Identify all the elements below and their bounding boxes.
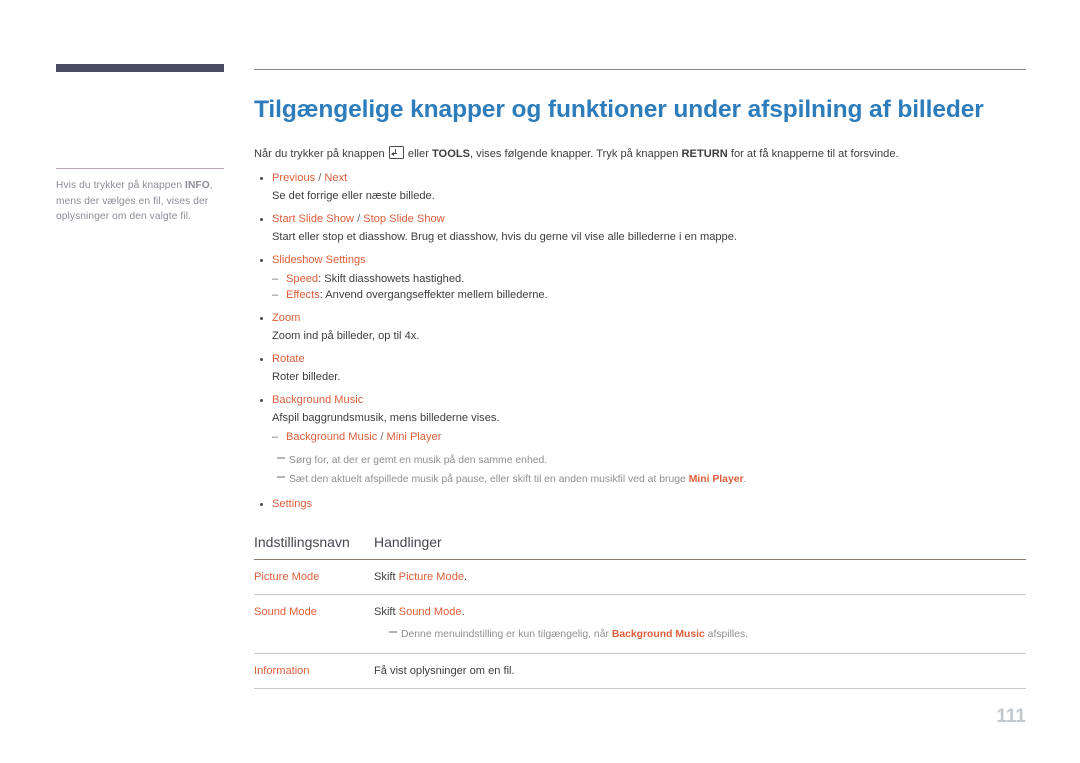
sub-list: Speed: Skift diasshowets hastighed. Effe… [272,271,1026,303]
sub-item-key-2: Mini Player [386,431,442,444]
list-item: Settings [254,497,1026,512]
action-text-post: . [464,571,468,584]
bullet-title: Previous / Next [272,171,1026,186]
action-text-post: . [461,606,465,619]
bullet-term-b: Next [324,172,348,185]
note-bold-term: Mini Player [688,474,744,486]
action-text-pre: Få vist oplysninger om en fil. [374,665,515,678]
list-item: Background Music Afspil baggrundsmusik, … [254,393,1026,489]
notes-block: Sørg for, at der er gemt en musik på den… [276,451,1026,489]
sidebar-note-text: Hvis du trykker på knappen INFO, mens de… [56,180,213,223]
bullet-title: Rotate [272,352,1026,367]
table-cell-name: Information [254,665,310,678]
table-cell-name: Sound Mode [254,606,317,619]
list-item: Slideshow Settings Speed: Skift diasshow… [254,253,1026,303]
list-item: Zoom Zoom ind på billeder, op til 4x. [254,311,1026,344]
sub-list-item: Background Music / Mini Player [272,429,1026,445]
bullet-title: Slideshow Settings [272,253,1026,268]
list-item: Start Slide Show / Stop Slide Show Start… [254,212,1026,245]
intro-paragraph: Når du trykker på knappen eller TOOLS, v… [254,146,1026,162]
sub-item-text: : Anvend overgangseffekter mellem billed… [319,289,548,302]
note-text-post: afspilles. [704,629,749,641]
note-text: Sørg for, at der er gemt en musik på den… [289,455,548,467]
intro-tools-label: TOOLS [431,148,470,161]
list-item: Rotate Roter billeder. [254,352,1026,385]
bullet-title: Background Music [272,393,1026,408]
bullet-term-a: Slideshow Settings [272,254,366,267]
intro-return-label: RETURN [681,148,728,161]
table-note: Denne menuindstilling er kun tilgængelig… [388,625,1026,644]
intro-text-2: eller [407,148,429,161]
bullet-term-b: Stop Slide Show [363,213,445,226]
function-bullet-list: Previous / Next Se det forrige eller næs… [254,171,1026,512]
table-cell-action: Skift Picture Mode. [374,560,1026,595]
page-title: Tilgængelige knapper og funktioner under… [254,96,984,123]
sub-item-text: : Skift diasshowets hastighed. [318,273,465,286]
note-text-post: . [743,474,747,486]
sidebar: Hvis du trykker på knappen INFO, mens de… [56,64,226,225]
table-row: Picture Mode Skift Picture Mode. [254,559,1026,595]
table-column-header-name: Indstillingsnavn [254,534,350,551]
bullet-term-a: Background Music [272,394,364,407]
note-bold-term: Background Music [611,629,705,641]
settings-table: Picture Mode Skift Picture Mode. Sound M… [254,559,1026,689]
page-number: 111 [996,706,1026,727]
settings-table-header: Indstillingsnavn Handlinger [254,534,1026,559]
bullet-description: Roter billeder. [272,371,341,384]
sub-item-separator: / [377,431,387,444]
table-cell-action: Skift Sound Mode. Denne menuindstilling … [374,595,1026,654]
bullet-description: Se det forrige eller næste billede. [272,190,435,203]
bullet-term-a: Previous [272,172,316,185]
bullet-description: Afspil baggrundsmusik, mens billederne v… [272,412,500,425]
sidebar-note-bold-term: INFO [185,180,210,191]
sidebar-note-divider [56,168,224,169]
bullet-title: Settings [272,497,1026,512]
action-inline-term: Sound Mode [398,606,462,619]
bullet-term-a: Zoom [272,312,301,325]
action-text-pre: Skift [374,606,399,619]
bullet-term-a: Rotate [272,353,305,366]
sidebar-accent-bar [56,64,224,72]
bullet-term-a: Start Slide Show [272,213,355,226]
bullet-separator: / [354,213,364,226]
table-row: Information Få vist oplysninger om en fi… [254,654,1026,689]
table-cell-name: Picture Mode [254,571,320,584]
sub-list: Background Music / Mini Player [272,429,1026,445]
intro-text-4: for at få knapperne til at forsvinde. [730,148,899,161]
bullet-description: Start eller stop et diasshow. Brug et di… [272,231,737,244]
bullet-description: Zoom ind på billeder, op til 4x. [272,330,420,343]
table-column-header-action: Handlinger [374,534,442,551]
bullet-title: Zoom [272,311,1026,326]
sub-item-key: Background Music [286,431,378,444]
note-text: Denne menuindstilling er kun tilgængelig… [401,629,612,641]
intro-text-1: Når du trykker på knappen [254,148,385,161]
bullet-term-a: Settings [272,498,313,511]
table-row: Sound Mode Skift Sound Mode. Denne menui… [254,595,1026,654]
bullet-title: Start Slide Show / Stop Slide Show [272,212,1026,227]
list-item: Previous / Next Se det forrige eller næs… [254,171,1026,204]
action-text-pre: Skift [374,571,399,584]
document-page: Hvis du trykker på knappen INFO, mens de… [0,0,1080,763]
enter-key-icon [388,146,404,160]
sub-list-item: Speed: Skift diasshowets hastighed. [272,271,1026,287]
note-text: Sæt den aktuelt afspillede musik på paus… [289,474,689,486]
main-content: Tilgængelige knapper og funktioner under… [254,0,1026,689]
table-cell-action: Få vist oplysninger om en fil. [374,654,1026,689]
action-inline-term: Picture Mode [398,571,465,584]
note-line: Sørg for, at der er gemt en musik på den… [276,451,1026,470]
sub-list-item: Effects: Anvend overgangseffekter mellem… [272,287,1026,303]
sub-item-key: Effects [286,289,320,302]
sub-item-key: Speed [286,273,319,286]
note-line: Sæt den aktuelt afspillede musik på paus… [276,470,1026,489]
sidebar-note-block: Hvis du trykker på knappen INFO, mens de… [56,168,226,225]
intro-text-3: , vises følgende knapper. Tryk på knappe… [470,148,679,161]
